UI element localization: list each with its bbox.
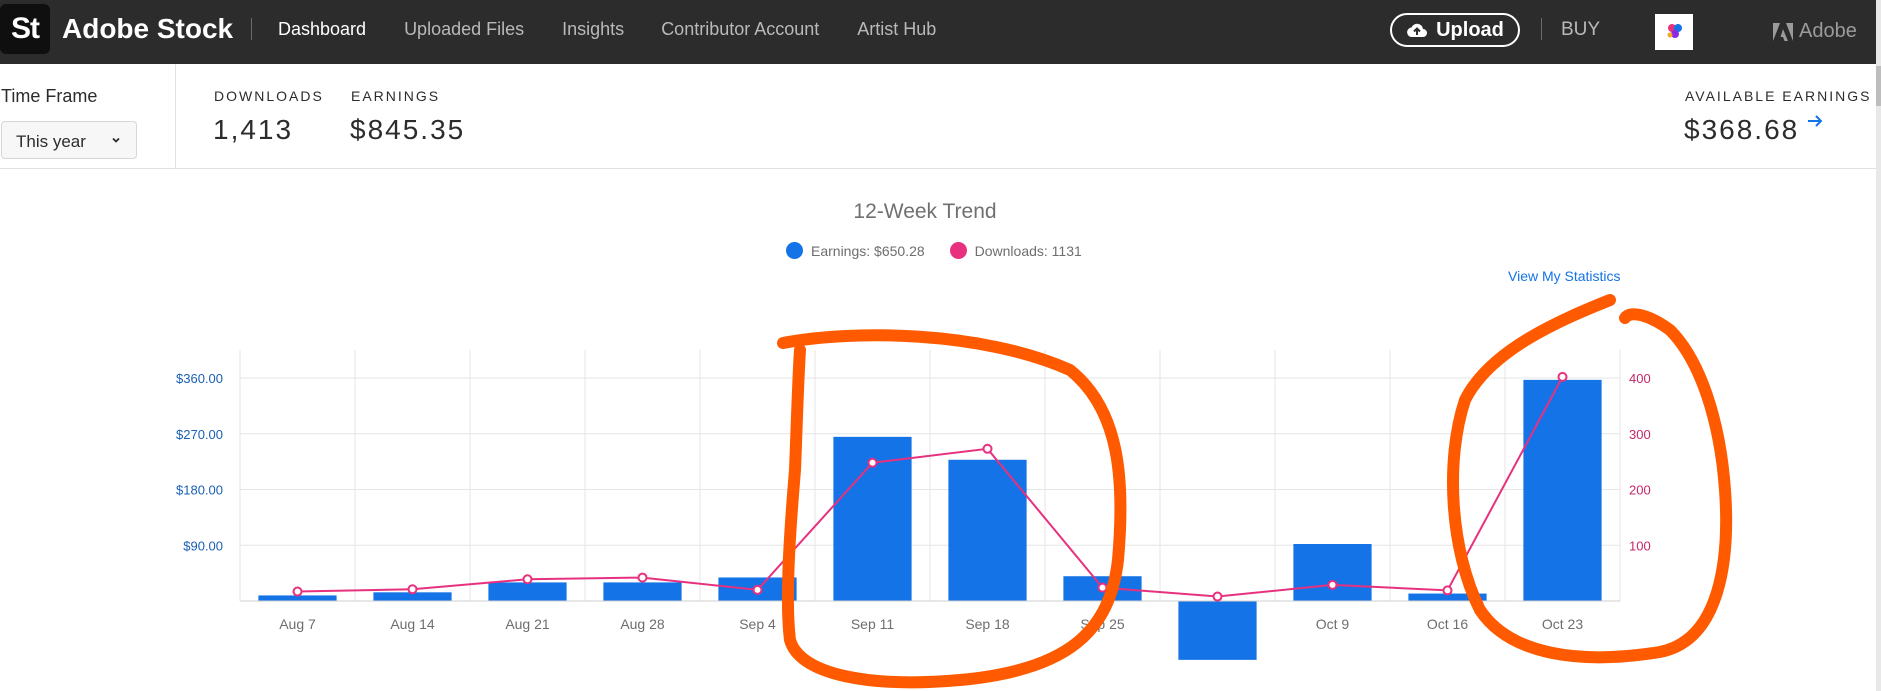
timeframe-dropdown[interactable]: This year — [1, 121, 137, 159]
downloads-point — [752, 584, 763, 595]
x-tick-label: Aug 28 — [620, 616, 665, 632]
arrow-right-icon[interactable] — [1806, 113, 1826, 129]
x-tick-label: Sep 11 — [851, 616, 895, 632]
divider — [1541, 18, 1542, 40]
y-right-tick-label: 400 — [1629, 371, 1651, 386]
avatar[interactable] — [1655, 14, 1693, 50]
chevron-down-icon — [112, 137, 120, 143]
y-left-tick-label: $360.00 — [176, 371, 223, 386]
scribble-circle-oct23 — [1447, 294, 1733, 664]
downloads-point — [982, 443, 993, 454]
upload-label: Upload — [1436, 18, 1504, 41]
earnings-label: EARNINGS — [351, 88, 441, 104]
earnings-bar — [718, 577, 797, 601]
adobe-logo[interactable]: Adobe — [1773, 20, 1857, 43]
view-statistics-link[interactable]: View My Statistics — [1508, 268, 1621, 284]
x-tick-label: Aug 7 — [279, 616, 316, 632]
adobe-a-icon — [1773, 22, 1793, 41]
y-right-tick-label: 100 — [1629, 538, 1651, 553]
downloads-point — [522, 574, 533, 585]
earnings-bar — [1408, 593, 1487, 601]
earnings-value: $845.35 — [350, 114, 466, 145]
divider — [175, 64, 176, 168]
y-left-tick-label: $90.00 — [183, 538, 223, 553]
earnings-bar — [1178, 601, 1257, 660]
x-tick-label: Sep 18 — [965, 616, 1010, 632]
available-earnings-value: $368.68 — [1684, 114, 1800, 145]
legend-earnings-dot — [786, 242, 803, 259]
downloads-value: 1,413 — [213, 114, 294, 145]
x-tick-label: Oct 16 — [1427, 616, 1468, 632]
legend-downloads-label: Downloads: 1131 — [974, 242, 1082, 259]
nav-contributor-account[interactable]: Contributor Account — [661, 19, 819, 40]
downloads-point — [1327, 579, 1338, 590]
x-tick-label: Sep 25 — [1080, 616, 1125, 632]
x-tick-label: Aug 21 — [505, 616, 550, 632]
x-tick-label: Oct 9 — [1316, 616, 1350, 632]
chart-title: 12-Week Trend — [853, 200, 997, 223]
main-nav: Dashboard Uploaded Files Insights Contri… — [278, 19, 936, 40]
legend-earnings-label: Earnings: $650.28 — [811, 242, 925, 259]
cloud-upload-icon — [1407, 23, 1428, 37]
x-tick-label: Sep 4 — [739, 616, 776, 632]
downloads-point — [292, 586, 303, 597]
y-right-tick-label: 300 — [1629, 427, 1651, 442]
downloads-point — [637, 572, 648, 583]
chart-legend: Earnings: $650.28 Downloads: 1131 — [786, 242, 1107, 259]
timeframe-value: This year — [16, 132, 86, 151]
downloads-point — [1442, 585, 1453, 596]
downloads-line — [297, 376, 1564, 598]
y-left-tick-label: $180.00 — [176, 483, 223, 498]
earnings-bar — [488, 582, 567, 601]
downloads-point — [407, 584, 418, 595]
earnings-bar — [833, 436, 912, 601]
downloads-point — [1557, 371, 1568, 382]
earnings-bar — [258, 595, 337, 601]
available-earnings-label: AVAILABLE EARNINGS — [1685, 88, 1872, 104]
timeframe-label: Time Frame — [1, 86, 98, 106]
top-navigation-bar: St Adobe Stock Dashboard Uploaded Files … — [0, 0, 1876, 64]
avatar-icon — [1655, 14, 1693, 50]
downloads-point — [1097, 582, 1108, 593]
buy-link[interactable]: BUY — [1561, 19, 1600, 41]
earnings-bar — [1063, 576, 1142, 601]
adobe-stock-logo[interactable]: St — [0, 4, 50, 54]
y-right-tick-label: 200 — [1629, 483, 1651, 498]
summary-stats: Time Frame This year DOWNLOADS 1,413 EAR… — [0, 64, 1876, 169]
y-left-tick-label: $270.00 — [176, 427, 223, 442]
scribble-circle-sep — [777, 329, 1127, 689]
page-scrollbar[interactable] — [1876, 0, 1881, 691]
x-tick-label: Aug 14 — [390, 616, 435, 632]
legend-downloads-dot — [949, 242, 967, 259]
adobe-label: Adobe — [1799, 20, 1857, 42]
divider — [251, 18, 252, 40]
downloads-point — [1212, 591, 1223, 602]
x-tick-label: Oct 23 — [1542, 616, 1583, 632]
nav-artist-hub[interactable]: Artist Hub — [857, 19, 936, 40]
nav-insights[interactable]: Insights — [562, 19, 624, 40]
earnings-bar — [1523, 379, 1602, 601]
nav-dashboard[interactable]: Dashboard — [278, 19, 366, 40]
upload-button[interactable]: Upload — [1390, 13, 1520, 47]
earnings-bar — [373, 592, 452, 601]
brand-title[interactable]: Adobe Stock — [62, 13, 233, 45]
nav-uploaded-files[interactable]: Uploaded Files — [404, 19, 524, 40]
earnings-bar — [948, 459, 1027, 601]
earnings-bar — [1293, 544, 1372, 601]
earnings-bar — [603, 582, 682, 601]
legend-downloads[interactable]: Downloads: 1131 — [949, 242, 1082, 259]
downloads-label: DOWNLOADS — [214, 88, 324, 104]
scrollbar-thumb[interactable] — [1876, 66, 1881, 106]
downloads-point — [867, 457, 878, 468]
legend-earnings[interactable]: Earnings: $650.28 — [786, 242, 925, 259]
